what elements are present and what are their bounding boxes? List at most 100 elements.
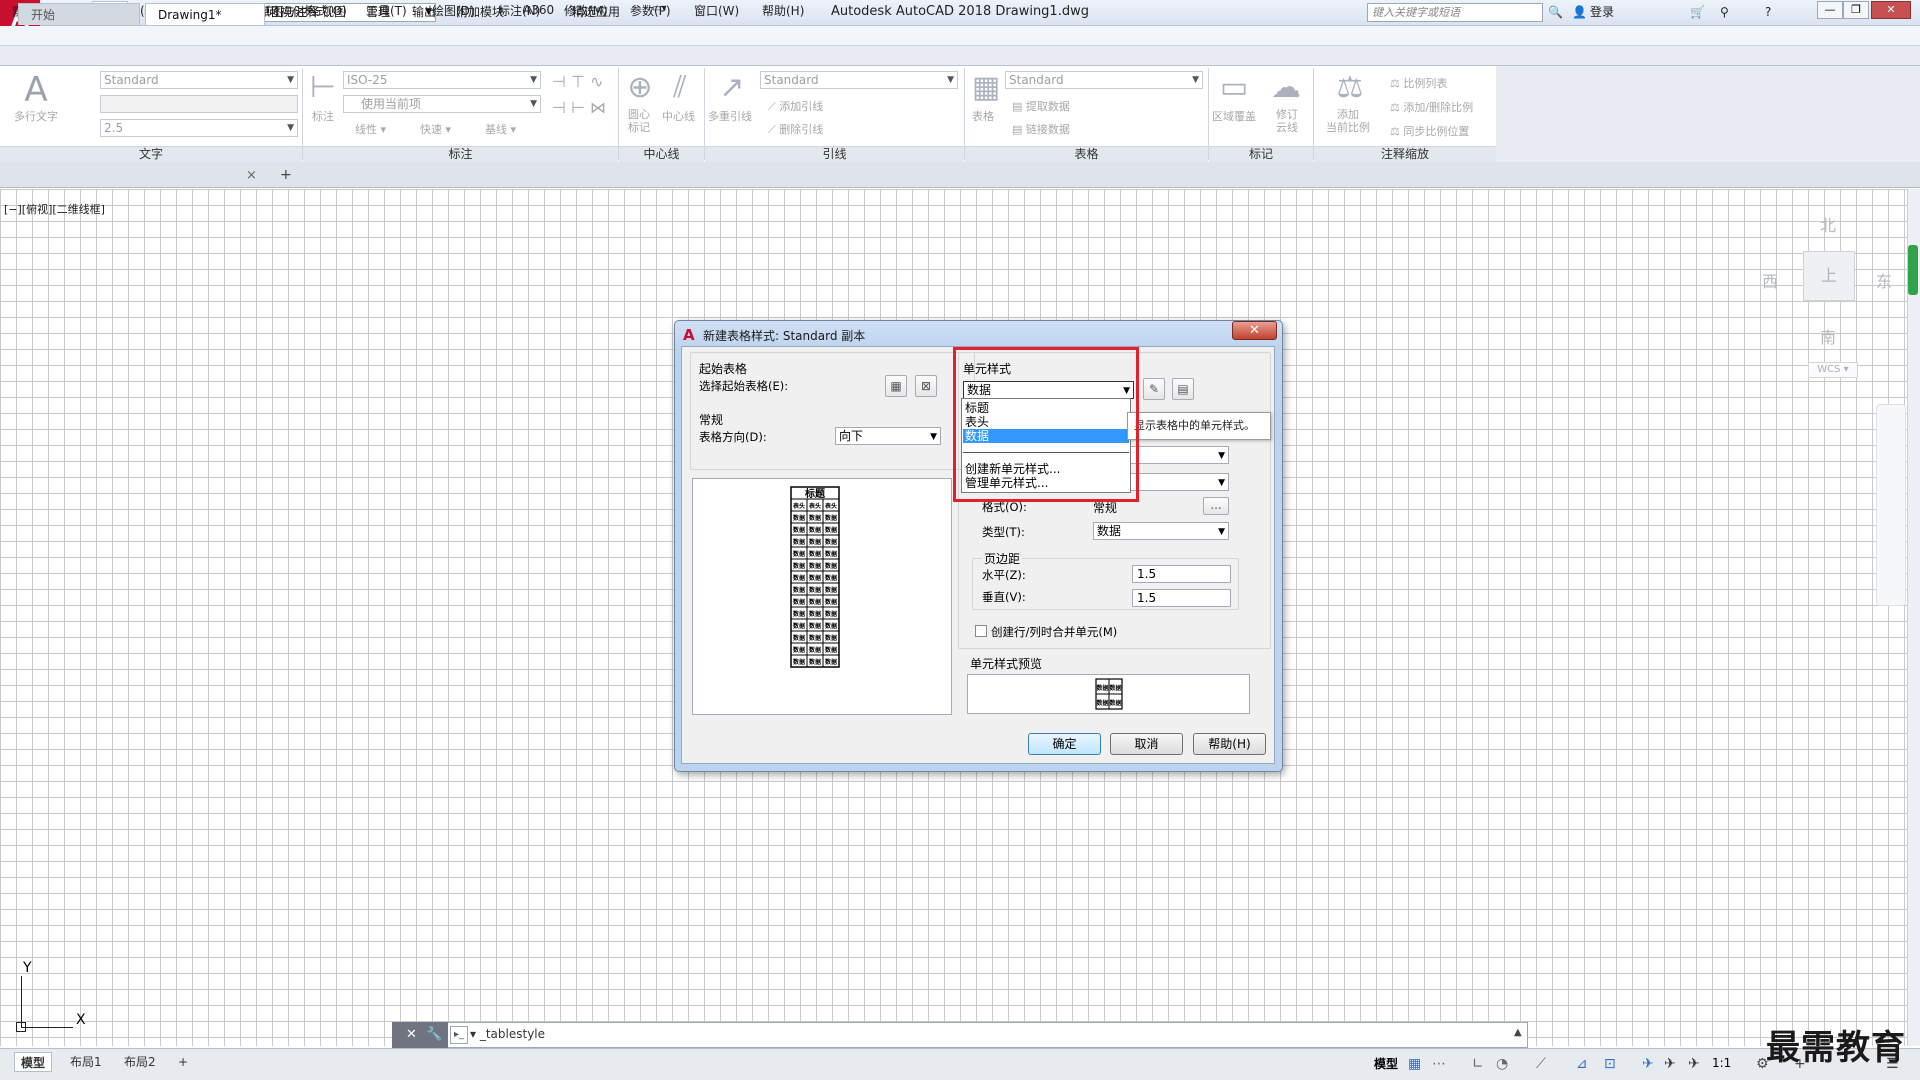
add-scale-icon[interactable]: ⚖ <box>1330 70 1370 105</box>
text-height-select[interactable]: 2.5 ▼ <box>100 119 298 137</box>
viewcube-south[interactable]: 南 <box>1820 324 1836 348</box>
help-button[interactable]: 帮助(H) <box>1193 733 1266 755</box>
text-panel-title[interactable]: 文字 <box>0 146 302 162</box>
multiline-text-icon[interactable]: A <box>12 70 60 110</box>
viewcube[interactable]: 上 <box>1803 251 1855 301</box>
vertical-margin-input[interactable]: 1.5 <box>1132 589 1231 607</box>
format-browse-button[interactable]: ... <box>1203 497 1229 515</box>
ribbon-tab[interactable]: A360 <box>523 3 554 17</box>
extract-data-button[interactable]: ▤ 提取数据 <box>1012 98 1070 114</box>
remove-table-button[interactable]: ⊠ <box>915 375 937 397</box>
login-link[interactable]: 登录 <box>1590 3 1614 22</box>
create-cell-style-button[interactable]: ✎ <box>1143 378 1165 400</box>
viewcube-east[interactable]: 东 <box>1876 268 1892 292</box>
command-line[interactable] <box>392 1022 1528 1048</box>
dialog-close-button[interactable]: ✕ <box>1232 321 1277 340</box>
command-prompt-icon[interactable]: ▸_ <box>450 1026 468 1044</box>
dropdown-option-data[interactable]: 数据 <box>963 429 1129 443</box>
viewcube-north[interactable]: 北 <box>1820 212 1836 236</box>
dim-tools-icons[interactable]: ⊣ ⊤ ∿ <box>552 72 603 91</box>
horizontal-margin-input[interactable]: 1.5 <box>1132 565 1231 583</box>
scroll-thumb[interactable] <box>1908 245 1918 295</box>
scale-list-button[interactable]: ⚖ 比例列表 <box>1390 75 1447 91</box>
select-table-button[interactable]: ▦ <box>885 375 907 397</box>
sync-scale-button[interactable]: ⚖ 同步比例位置 <box>1390 123 1469 139</box>
layout-tab-model[interactable]: 模型 <box>14 1052 53 1072</box>
model-space-toggle[interactable]: 模型 <box>1374 1055 1398 1072</box>
layout-tab-1[interactable]: 布局1 <box>64 1052 108 1072</box>
text-find-input[interactable] <box>100 95 298 113</box>
ok-button[interactable]: 确定 <box>1028 733 1101 755</box>
linear-dim-button[interactable]: 线性 ▾ <box>355 121 386 137</box>
dropdown-option-title[interactable]: 标题 <box>963 401 1129 415</box>
close-tab-icon[interactable]: × <box>246 168 257 183</box>
table-style-select[interactable]: Standard ▼ <box>1005 71 1203 89</box>
new-tab-button[interactable]: + <box>280 167 292 183</box>
command-history-icon[interactable]: ▲ <box>1514 1027 1522 1038</box>
menu-item[interactable]: 帮助(H) <box>762 2 804 19</box>
dim-tools-icons-2[interactable]: ⊣ ⊢ ⋈ <box>552 98 606 117</box>
restore-button[interactable]: ❐ <box>1843 1 1869 19</box>
exchange-icon[interactable]: ⚲ <box>1720 3 1729 22</box>
dimension-panel-title[interactable]: 标注 <box>303 146 618 162</box>
ribbon-tab[interactable]: 视图 <box>322 3 346 20</box>
remove-leader-button[interactable]: ⟋ 删除引线 <box>768 121 823 137</box>
close-icon[interactable]: ✕ <box>406 1027 417 1042</box>
dim-style-select[interactable]: ISO-25 ▼ <box>343 71 541 89</box>
ribbon-tab[interactable]: 管理 <box>366 3 390 20</box>
leader-panel-title[interactable]: 引线 <box>705 146 964 162</box>
minimize-button[interactable]: — <box>1817 1 1843 19</box>
quick-dim-button[interactable]: 快速 ▾ <box>420 121 451 137</box>
menu-item[interactable]: 窗口(W) <box>694 2 739 19</box>
tab-drawing1[interactable]: Drawing1* <box>145 3 265 25</box>
baseline-dim-button[interactable]: 基线 ▾ <box>485 121 516 137</box>
annotation-scale-value[interactable]: 1:1 <box>1712 1056 1731 1070</box>
vertical-scrollbar[interactable] <box>1907 189 1920 1046</box>
cart-icon[interactable]: 🛒 <box>1690 3 1705 22</box>
command-text[interactable]: ▾ _tablestyle <box>470 1027 545 1041</box>
annotation-scale-icon[interactable]: ✈ <box>1688 1056 1700 1072</box>
link-data-button[interactable]: ▤ 链接数据 <box>1012 121 1070 137</box>
leader-style-select[interactable]: Standard ▼ <box>760 71 958 89</box>
ribbon-tab[interactable]: 输出 <box>412 3 436 20</box>
centerline-icon[interactable]: ⫽ <box>662 70 698 105</box>
dropdown-option-header[interactable]: 表头 <box>963 415 1129 429</box>
annotation-scaling-panel-title[interactable]: 注释缩放 <box>1314 146 1496 162</box>
markup-panel-title[interactable]: 标记 <box>1209 146 1313 162</box>
ribbon-tab[interactable]: 精选应用 <box>572 3 620 20</box>
auto-scale-icon[interactable]: ✈ <box>1664 1056 1676 1072</box>
binoculars-icon[interactable]: 🔍 <box>1548 3 1563 22</box>
navigation-bar[interactable] <box>1876 404 1906 606</box>
snap-icon[interactable]: ⋯ <box>1432 1056 1446 1072</box>
dropdown-manage-styles[interactable]: 管理单元样式... <box>963 476 1129 490</box>
wipeout-icon[interactable]: ▭ <box>1214 70 1254 105</box>
center-mark-icon[interactable]: ⊕ <box>622 70 658 105</box>
viewcube-west[interactable]: 西 <box>1762 268 1778 292</box>
isodraft-icon[interactable]: ⟋ <box>1536 1056 1546 1072</box>
table-panel-title[interactable]: 表格 <box>965 146 1208 162</box>
viewport-controls[interactable]: [−][俯视][二维线框] <box>4 201 105 217</box>
layout-tab-2[interactable]: 布局2 <box>118 1052 162 1072</box>
object-snap-icon[interactable]: ⊿ <box>1576 1056 1588 1072</box>
cell-style-select[interactable]: 数据 ▼ <box>963 381 1134 399</box>
tab-start[interactable]: 开始 <box>18 3 140 25</box>
search-input[interactable]: 键入关键字或短语 <box>1367 3 1543 22</box>
close-window-button[interactable]: ✕ <box>1871 1 1911 19</box>
dimension-icon[interactable]: ⊢ <box>308 70 338 105</box>
ortho-icon[interactable]: ∟ <box>1472 1056 1484 1072</box>
merge-cells-checkbox[interactable] <box>975 625 987 637</box>
multileader-icon[interactable]: ↗ <box>712 70 752 105</box>
cancel-button[interactable]: 取消 <box>1110 733 1183 755</box>
add-leader-button[interactable]: ⟋ 添加引线 <box>768 98 823 114</box>
type-select[interactable]: 数据 ▼ <box>1093 522 1229 540</box>
annotation-visibility-icon[interactable]: ✈ <box>1642 1056 1654 1072</box>
dim-layer-select[interactable]: 使用当前项 ▼ <box>343 95 541 113</box>
osnap-tracking-icon[interactable]: ⊡ <box>1604 1056 1616 1072</box>
dropdown-create-new-style[interactable]: 创建新单元样式... <box>963 462 1129 476</box>
table-icon[interactable]: ▦ <box>968 70 1004 105</box>
text-style-select[interactable]: Standard ▼ <box>100 71 298 89</box>
table-direction-select[interactable]: 向下 ▼ <box>835 427 941 445</box>
polar-icon[interactable]: ◔ <box>1496 1056 1508 1072</box>
add-remove-scale-button[interactable]: ⚖ 添加/删除比例 <box>1390 99 1473 115</box>
grid-icon[interactable]: ▦ <box>1408 1056 1421 1072</box>
